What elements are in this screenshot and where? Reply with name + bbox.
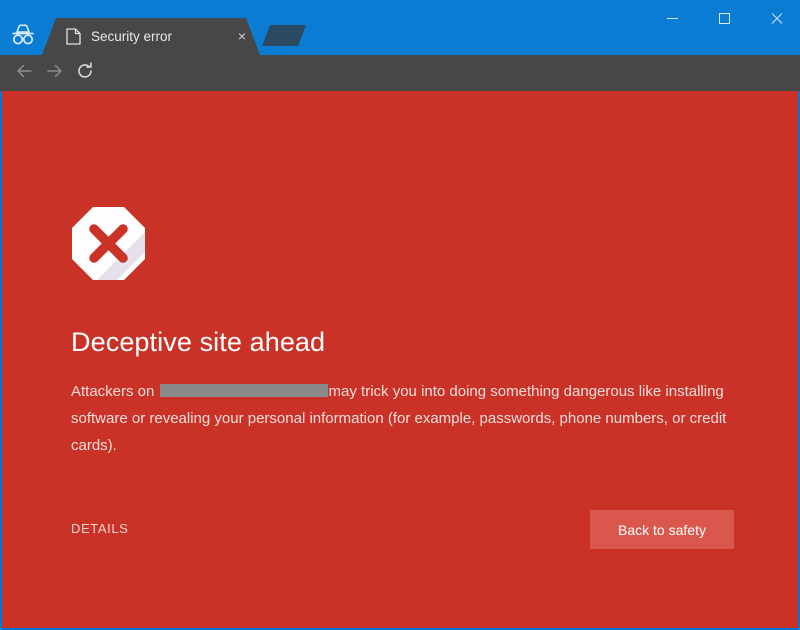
url-redaction-bar [159, 384, 328, 397]
description-prefix: Attackers on [71, 383, 159, 400]
forward-button[interactable] [41, 59, 69, 87]
back-to-safety-button[interactable]: Back to safety [590, 510, 734, 549]
octagon-x-warning-icon [71, 206, 146, 281]
reload-icon [75, 61, 95, 86]
titlebar: Security error × [0, 0, 800, 55]
reload-button[interactable] [71, 59, 99, 87]
security-interstitial-page: Deceptive site ahead Attackers on may tr… [2, 91, 798, 628]
tab-close-icon[interactable]: × [234, 28, 250, 44]
new-tab-button[interactable] [262, 25, 306, 46]
document-icon [66, 28, 81, 45]
window-minimize-button[interactable] [649, 0, 695, 36]
page-title: Deceptive site ahead [71, 327, 326, 357]
details-link[interactable]: DETAILS [71, 521, 128, 536]
browser-window: Security error × Deceptive site ahead At… [0, 0, 800, 630]
page-description: Attackers on may trick you into doing so… [71, 378, 731, 459]
back-button[interactable] [10, 59, 38, 87]
maximize-icon [718, 12, 730, 24]
arrow-right-icon [45, 61, 65, 86]
browser-toolbar [0, 55, 800, 141]
window-close-button[interactable] [753, 0, 799, 36]
window-maximize-button[interactable] [701, 0, 747, 36]
tab-title: Security error [91, 29, 173, 44]
arrow-left-icon [14, 61, 34, 86]
incognito-icon [8, 22, 38, 46]
minimize-icon [666, 17, 678, 19]
close-icon [770, 12, 783, 25]
browser-tab-security-error[interactable]: Security error × [42, 18, 260, 55]
